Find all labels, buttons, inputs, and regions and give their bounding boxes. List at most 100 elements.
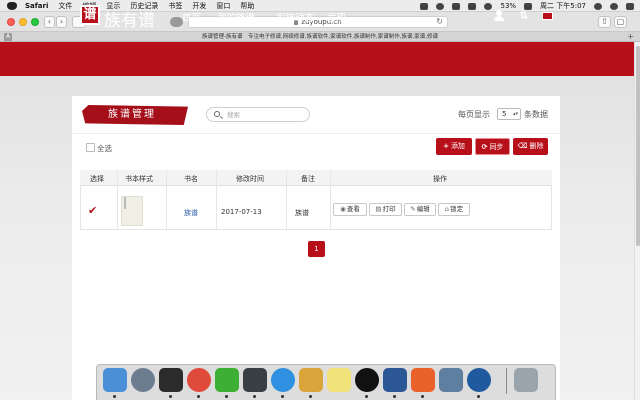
menu-clock[interactable]: 周二 下午5:07 (540, 1, 586, 11)
status-app-icon[interactable] (420, 2, 429, 10)
tabs-overview-button[interactable]: ▢ (614, 16, 627, 28)
nav-my-genealogy[interactable]: 我的族谱▾ (217, 10, 258, 24)
select-arrows-icon: ▴▾ (512, 111, 518, 117)
finder-icon[interactable] (103, 368, 127, 392)
reader-badge-icon[interactable]: A (4, 33, 12, 41)
row-selected-checkmark-icon[interactable]: ✔ (88, 204, 97, 217)
status-circle-icon[interactable] (436, 2, 445, 10)
header-modified-time: 修改时间 (236, 175, 264, 183)
reload-icon[interactable]: ↻ (436, 17, 443, 27)
pagination-page-1[interactable]: 1 (308, 241, 325, 257)
search-icon (214, 111, 220, 117)
minimize-window-button[interactable] (19, 18, 27, 26)
sync-button[interactable]: ⟳ 同步 (475, 138, 510, 155)
new-tab-button[interactable]: + (627, 32, 634, 41)
print-button[interactable]: ▤打印 (369, 203, 402, 216)
menu-item-bookmarks[interactable]: 书签 (168, 1, 182, 11)
search-input[interactable] (227, 110, 305, 120)
apple-menu-icon[interactable] (7, 1, 17, 10)
column-divider (166, 170, 167, 230)
editor-icon[interactable] (411, 368, 435, 392)
page-title: 族谱管理 (82, 105, 188, 125)
book-cover-thumbnail[interactable] (121, 196, 143, 226)
launchpad-icon[interactable] (131, 368, 155, 392)
menu-item-help[interactable]: 帮助 (240, 1, 254, 11)
forward-button[interactable]: › (56, 16, 67, 28)
per-page-select[interactable]: 5 ▴▾ (497, 108, 521, 120)
row-book-name[interactable]: 族谱 (184, 208, 198, 218)
nav-home[interactable]: 首页 (182, 10, 201, 24)
word-icon[interactable] (383, 368, 407, 392)
wifi-icon[interactable] (484, 2, 493, 10)
safari-icon[interactable] (271, 368, 295, 392)
preview-icon[interactable] (439, 368, 463, 392)
search-box[interactable] (206, 107, 310, 122)
nav-my-genealogy-label: 我的族谱 (217, 13, 256, 24)
lock-button-label: 锁定 (450, 205, 464, 213)
close-window-button[interactable] (7, 18, 15, 26)
view-button[interactable]: ◉查看 (333, 203, 367, 216)
delete-button-label: 删除 (529, 142, 544, 150)
user-avatar-icon[interactable] (610, 2, 618, 10)
pencil-icon: ✎ (410, 205, 416, 213)
dock-running-indicator (421, 395, 424, 398)
dock-running-indicator (253, 395, 256, 398)
printer-icon: ▤ (375, 205, 382, 213)
select-all-checkbox[interactable] (86, 143, 95, 152)
notification-center-icon[interactable] (626, 2, 634, 10)
header-note: 备注 (301, 175, 315, 183)
zoom-window-button[interactable] (31, 18, 39, 26)
mail-icon[interactable] (542, 12, 553, 20)
header-book-name: 书名 (184, 175, 198, 183)
caret-down-icon: ▾ (255, 16, 259, 23)
wechat-icon[interactable] (215, 368, 239, 392)
stickies-icon[interactable] (327, 368, 351, 392)
select-all-label[interactable]: 全选 (97, 143, 112, 154)
page-scrollbar[interactable] (634, 42, 640, 400)
qq-icon[interactable] (355, 368, 379, 392)
dock-running-indicator (365, 395, 368, 398)
tab-strip: A 族谱管理-族有谱 专注电子修谱,网络修谱,族谱软件,家谱软件,族谱制作,家谱… (0, 32, 640, 42)
sort-icon[interactable]: ⇅ (519, 9, 528, 22)
active-tab-title[interactable]: 族谱管理-族有谱 专注电子修谱,网络修谱,族谱软件,家谱软件,族谱制作,家谱制作… (202, 34, 438, 40)
quicktime-icon[interactable] (467, 368, 491, 392)
delete-button[interactable]: ⌫ 删除 (513, 138, 548, 155)
nav-discover[interactable]: 发现 (327, 10, 346, 24)
sublime-text-icon[interactable] (243, 368, 267, 392)
search-icon[interactable] (594, 2, 602, 10)
database-icon[interactable] (299, 368, 323, 392)
add-button-label: 添加 (450, 142, 465, 150)
status-ghost-icon[interactable] (452, 2, 461, 10)
status-penguin-icon[interactable] (468, 2, 477, 10)
add-button[interactable]: + 添加 (436, 138, 472, 155)
site-header (0, 42, 634, 76)
lock-button[interactable]: ⌂锁定 (438, 203, 470, 216)
row-note: 族谱 (295, 209, 309, 217)
site-logo-text[interactable]: 族有谱 (104, 6, 155, 31)
plus-icon: + (443, 142, 449, 150)
header-book-style: 书本样式 (125, 175, 153, 183)
terminal-icon[interactable] (159, 368, 183, 392)
back-button[interactable]: ‹ (44, 16, 55, 28)
menu-item-safari[interactable]: Safari (25, 2, 48, 10)
edit-button-label: 编辑 (416, 205, 430, 213)
refresh-icon: ⟳ (481, 143, 488, 151)
site-logo-mark[interactable]: 谱 (80, 5, 100, 25)
divider (72, 133, 560, 134)
trash-icon[interactable] (514, 368, 538, 392)
battery-percent: 53% (500, 2, 517, 10)
edit-button[interactable]: ✎编辑 (404, 203, 436, 216)
menu-item-window[interactable]: 窗口 (216, 1, 230, 11)
scrollbar-thumb[interactable] (636, 46, 640, 246)
header-actions: 操作 (433, 175, 447, 183)
chrome-icon[interactable] (187, 368, 211, 392)
menu-item-develop[interactable]: 开发 (192, 1, 206, 11)
share-button[interactable]: ⇧ (598, 16, 611, 28)
per-page-prefix: 每页显示 (458, 110, 490, 119)
nav-family-news[interactable]: 家族动态 (276, 10, 314, 24)
user-icon[interactable] (494, 10, 504, 21)
menu-item-file[interactable]: 文件 (58, 1, 72, 11)
dock-running-indicator (477, 395, 480, 398)
book-spine (124, 197, 126, 209)
per-page-suffix: 条数据 (524, 110, 548, 119)
